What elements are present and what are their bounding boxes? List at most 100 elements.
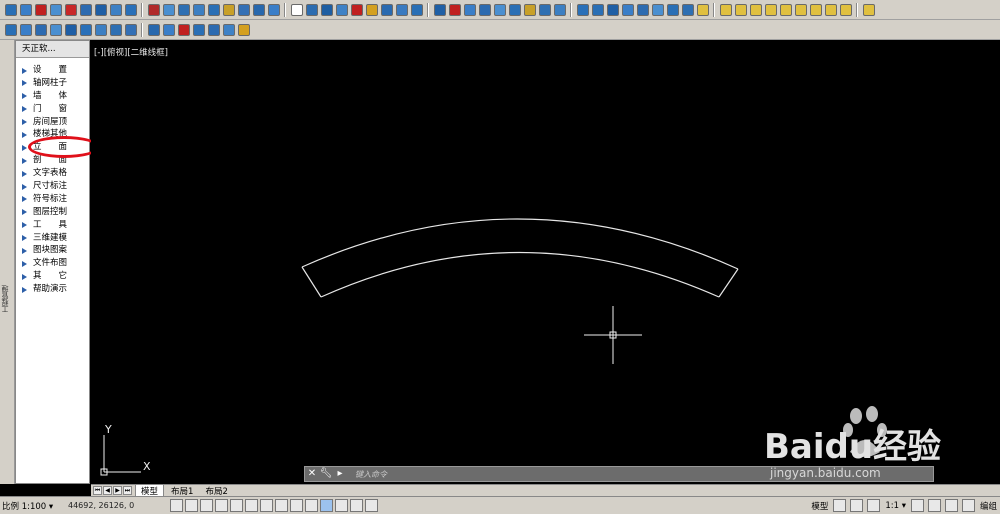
toolbar-button-icon[interactable] bbox=[410, 3, 423, 16]
panel-menu-item[interactable]: 尺寸标注 bbox=[16, 180, 89, 193]
toolbar-button-icon[interactable] bbox=[862, 3, 875, 16]
toolbar-button-icon[interactable] bbox=[448, 3, 461, 16]
toolbar-button-icon[interactable] bbox=[681, 3, 694, 16]
toolbar-button-icon[interactable] bbox=[192, 23, 205, 36]
panel-menu-item[interactable]: 房间屋顶 bbox=[16, 116, 89, 129]
status-toggle-button[interactable] bbox=[200, 499, 213, 512]
toolbar-button-icon[interactable] bbox=[207, 3, 220, 16]
toolbar-button-icon[interactable] bbox=[666, 3, 679, 16]
toolbar-button-icon[interactable] bbox=[320, 3, 333, 16]
group-edit-label[interactable]: 编组 bbox=[977, 500, 1000, 512]
status-toggle-button[interactable] bbox=[245, 499, 258, 512]
toolbar-button-icon[interactable] bbox=[764, 3, 777, 16]
tab-prev-icon[interactable]: ◀︎ bbox=[103, 486, 112, 495]
toolbar-button-icon[interactable] bbox=[839, 3, 852, 16]
status-toggle-button[interactable] bbox=[365, 499, 378, 512]
toolbar-button-icon[interactable] bbox=[734, 3, 747, 16]
toolbar-button-icon[interactable] bbox=[380, 3, 393, 16]
lock-icon[interactable] bbox=[961, 499, 975, 512]
panel-menu-item[interactable]: 文字表格 bbox=[16, 167, 89, 180]
panel-menu-item[interactable]: 楼梯其他 bbox=[16, 128, 89, 141]
panel-menu-item[interactable]: 工 具 bbox=[16, 219, 89, 232]
model-space-button[interactable]: 模型 bbox=[808, 500, 831, 512]
tab-layout2[interactable]: 布局2 bbox=[200, 485, 232, 497]
toolbar-button-icon[interactable] bbox=[79, 3, 92, 16]
toolbar-button-icon[interactable] bbox=[207, 23, 220, 36]
toolbar-button-icon[interactable] bbox=[109, 23, 122, 36]
toolbar-button-icon[interactable] bbox=[49, 3, 62, 16]
toolbar-button-icon[interactable] bbox=[34, 3, 47, 16]
toolbar-button-icon[interactable] bbox=[147, 3, 160, 16]
toolbar-button-icon[interactable] bbox=[252, 3, 265, 16]
toolbar-button-icon[interactable] bbox=[177, 23, 190, 36]
toolbar-button-icon[interactable] bbox=[64, 3, 77, 16]
toolbar-button-icon[interactable] bbox=[237, 3, 250, 16]
toolbar-button-icon[interactable] bbox=[523, 3, 536, 16]
toolbar-button-icon[interactable] bbox=[237, 23, 250, 36]
toolbar-button-icon[interactable] bbox=[4, 23, 17, 36]
toolbar-button-icon[interactable] bbox=[4, 3, 17, 16]
gear-icon[interactable] bbox=[944, 499, 958, 512]
toolbar-button-icon[interactable] bbox=[64, 23, 77, 36]
close-icon[interactable]: ✕ bbox=[305, 467, 319, 481]
toolbar-button-icon[interactable] bbox=[350, 3, 363, 16]
toolbar-button-icon[interactable] bbox=[395, 3, 408, 16]
status-toggle-button[interactable] bbox=[230, 499, 243, 512]
toolbar-button-icon[interactable] bbox=[493, 3, 506, 16]
status-toggle-button[interactable] bbox=[290, 499, 303, 512]
command-prompt-icon[interactable]: ▸ bbox=[333, 467, 347, 481]
toolbar-button-icon[interactable] bbox=[124, 23, 137, 36]
toolbar-button-icon[interactable] bbox=[192, 3, 205, 16]
status-toggle-button[interactable] bbox=[305, 499, 318, 512]
toolbar-button-icon[interactable] bbox=[553, 3, 566, 16]
toolbar-button-icon[interactable] bbox=[109, 3, 122, 16]
tab-first-icon[interactable]: ⏮︎ bbox=[93, 486, 102, 495]
toolbar-button-icon[interactable] bbox=[124, 3, 137, 16]
tab-next-icon[interactable]: ▶︎ bbox=[113, 486, 122, 495]
panel-menu-item[interactable]: 门 窗 bbox=[16, 103, 89, 116]
viewport-icon[interactable] bbox=[850, 499, 864, 512]
toolbar-button-icon[interactable] bbox=[779, 3, 792, 16]
toolbar-button-icon[interactable] bbox=[79, 23, 92, 36]
toolbar-button-icon[interactable] bbox=[538, 3, 551, 16]
panel-menu-item[interactable]: 其 它 bbox=[16, 270, 89, 283]
panel-menu-item[interactable]: 符号标注 bbox=[16, 193, 89, 206]
status-toggle-button[interactable] bbox=[260, 499, 273, 512]
toolbar-button-icon[interactable] bbox=[794, 3, 807, 16]
toolbar-button-icon[interactable] bbox=[222, 23, 235, 36]
panel-menu-item[interactable]: 图层控制 bbox=[16, 206, 89, 219]
tab-last-icon[interactable]: ⏭︎ bbox=[123, 486, 132, 495]
toolbar-button-icon[interactable] bbox=[621, 3, 634, 16]
toolbar-button-icon[interactable] bbox=[335, 3, 348, 16]
toolbar-button-icon[interactable] bbox=[94, 23, 107, 36]
panel-menu-item[interactable]: 轴网柱子 bbox=[16, 77, 89, 90]
auto-scale-icon[interactable] bbox=[927, 499, 941, 512]
status-toggle-button[interactable] bbox=[350, 499, 363, 512]
annotation-icon[interactable] bbox=[867, 499, 881, 512]
toolbar-button-icon[interactable] bbox=[19, 3, 32, 16]
toolbar-button-icon[interactable] bbox=[162, 23, 175, 36]
toolbar-button-icon[interactable] bbox=[222, 3, 235, 16]
panel-menu-item[interactable]: 立 面 bbox=[16, 141, 89, 154]
toolbar-button-icon[interactable] bbox=[749, 3, 762, 16]
toolbar-button-icon[interactable] bbox=[463, 3, 476, 16]
scale-selector[interactable]: 比例 1:100 ▾ bbox=[0, 500, 60, 512]
annotation-visibility-icon[interactable] bbox=[910, 499, 924, 512]
annotation-scale[interactable]: 1:1 ▾ bbox=[882, 501, 909, 511]
panel-menu-item[interactable]: 文件布图 bbox=[16, 257, 89, 270]
toolbar-button-icon[interactable] bbox=[19, 23, 32, 36]
status-toggle-button[interactable] bbox=[185, 499, 198, 512]
toolbar-button-icon[interactable] bbox=[809, 3, 822, 16]
panel-menu-item[interactable]: 帮助演示 bbox=[16, 283, 89, 296]
status-toggle-button[interactable] bbox=[275, 499, 288, 512]
panel-menu-item[interactable]: 图块图案 bbox=[16, 244, 89, 257]
toolbar-button-icon[interactable] bbox=[147, 23, 160, 36]
toolbar-button-icon[interactable] bbox=[636, 3, 649, 16]
toolbar-button-icon[interactable] bbox=[267, 3, 280, 16]
toolbar-button-icon[interactable] bbox=[824, 3, 837, 16]
toolbar-button-icon[interactable] bbox=[34, 23, 47, 36]
panel-menu-item[interactable]: 墙 体 bbox=[16, 90, 89, 103]
toolbar-button-icon[interactable] bbox=[508, 3, 521, 16]
toolbar-button-icon[interactable] bbox=[290, 3, 303, 16]
toolbar-button-icon[interactable] bbox=[591, 3, 604, 16]
